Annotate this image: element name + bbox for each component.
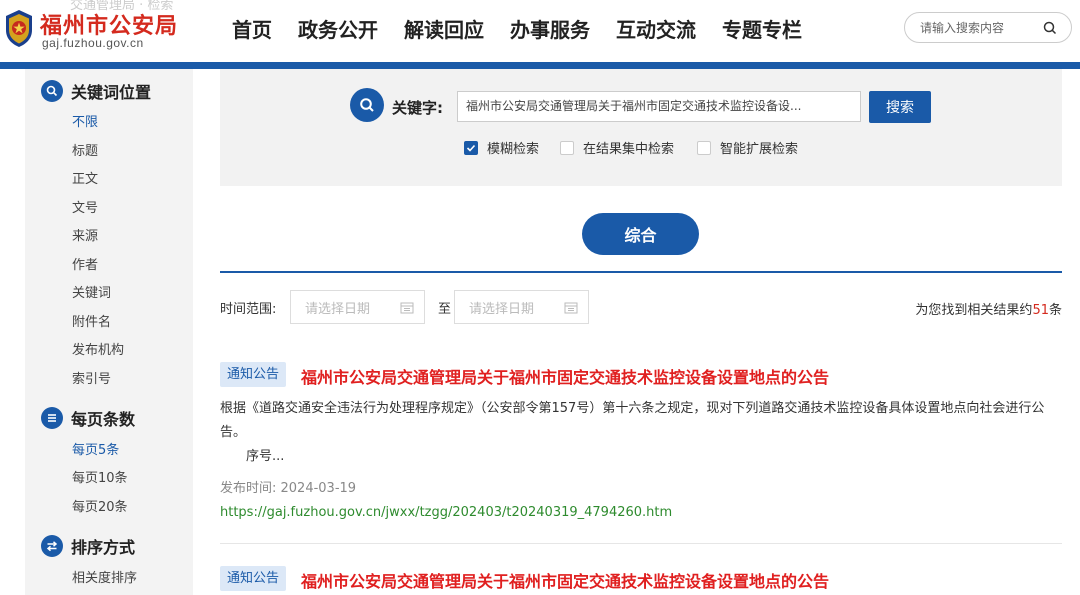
keyword-position-author[interactable]: 作者: [72, 254, 98, 273]
result-category-badge: 通知公告: [220, 566, 287, 591]
result-count-number: 51: [1032, 303, 1049, 318]
site-domain: gaj.fuzhou.gov.cn: [42, 36, 144, 50]
page-size-20[interactable]: 每页20条: [72, 496, 128, 515]
filter-sidebar: 关键词位置 不限 标题 正文 文号 来源 作者 关键词 附件名 发布机构 索引号…: [25, 69, 193, 595]
checkbox-icon[interactable]: [560, 140, 574, 155]
date-to-placeholder: 请选择日期: [469, 301, 535, 317]
time-range-label: 时间范围:: [220, 302, 277, 317]
keyword-position-publisher[interactable]: 发布机构: [72, 339, 124, 358]
result-summary-text: 根据《道路交通安全违法行为处理程序规定》（公安部令第157号）第十六条之规定，现…: [220, 401, 1045, 440]
keyword-position-attachment[interactable]: 附件名: [72, 311, 111, 330]
date-range-to-label: 至: [438, 302, 452, 317]
result-publish-date: 发布时间: 2024-03-19: [220, 481, 357, 496]
option-search-within-results[interactable]: 在结果集中检索: [560, 138, 674, 157]
result-count-prefix: 为您找到相关结果约: [915, 303, 1033, 318]
page-size-10[interactable]: 每页10条: [72, 467, 128, 486]
list-icon: [41, 407, 63, 429]
sort-header: 排序方式: [41, 534, 135, 558]
keyword-position-source[interactable]: 来源: [72, 225, 98, 244]
date-to-field[interactable]: 请选择日期: [454, 290, 589, 324]
search-icon: [41, 80, 63, 102]
calendar-icon: [400, 302, 414, 314]
keyword-position-keywords[interactable]: 关键词: [72, 282, 111, 301]
date-from-field[interactable]: 请选择日期: [290, 290, 425, 324]
nav-government-affairs[interactable]: 政务公开: [298, 14, 378, 43]
keyword-position-index-number[interactable]: 索引号: [72, 368, 111, 387]
result-separator: [220, 543, 1062, 544]
calendar-icon: [564, 302, 578, 314]
result-url-link[interactable]: https://gaj.fuzhou.gov.cn/jwxx/tzgg/2024…: [220, 505, 672, 520]
page-size-header: 每页条数: [41, 406, 135, 430]
keyword-position-title: 关键词位置: [71, 83, 152, 102]
checkbox-icon[interactable]: [697, 140, 711, 155]
nav-special-topics[interactable]: 专题专栏: [722, 14, 802, 43]
keyword-position-doc-number[interactable]: 文号: [72, 197, 98, 216]
top-search-box: [904, 12, 1072, 43]
keyword-position-title-option[interactable]: 标题: [72, 140, 98, 159]
nav-interaction[interactable]: 互动交流: [616, 14, 696, 43]
date-from-placeholder: 请选择日期: [305, 301, 371, 317]
result-summary-tail: 序号...: [246, 449, 285, 464]
keyword-position-header: 关键词位置: [41, 79, 151, 103]
result-count-suffix: 条: [1048, 303, 1062, 318]
result-title-link[interactable]: 福州市公安局交通管理局关于福州市固定交通技术监控设备设置地点的公告: [301, 364, 829, 388]
main-nav: 首页 政务公开 解读回应 办事服务 互动交流 专题专栏: [232, 14, 828, 43]
option-smart-expand[interactable]: 智能扩展检索: [697, 138, 798, 157]
keyword-position-all[interactable]: 不限: [72, 111, 98, 130]
sort-title: 排序方式: [71, 538, 136, 557]
police-emblem-icon: [6, 10, 32, 47]
result-summary: 根据《道路交通安全违法行为处理程序规定》（公安部令第157号）第十六条之规定，现…: [220, 397, 1064, 469]
result-category-badge: 通知公告: [220, 362, 287, 387]
nav-home[interactable]: 首页: [232, 14, 272, 43]
top-search-input[interactable]: [920, 20, 1038, 35]
result-count: 为您找到相关结果约51条: [915, 299, 1062, 318]
page-size-5[interactable]: 每页5条: [72, 439, 119, 458]
tab-all[interactable]: 综合: [582, 213, 699, 255]
option-fuzzy-search[interactable]: 模糊检索: [464, 138, 539, 157]
keyword-input[interactable]: 福州市公安局交通管理局关于福州市固定交通技术监控设备设...: [457, 91, 861, 122]
option-search-within-results-label: 在结果集中检索: [583, 142, 675, 157]
tab-divider: [220, 271, 1062, 273]
nav-interpretation[interactable]: 解读回应: [404, 14, 484, 43]
nav-services[interactable]: 办事服务: [510, 14, 590, 43]
option-fuzzy-search-label: 模糊检索: [487, 142, 540, 157]
checkbox-checked-icon[interactable]: [464, 140, 478, 155]
site-header: 交通管理局 · 检索 福州市公安局 gaj.fuzhou.gov.cn 首页 政…: [0, 0, 1080, 62]
sort-arrows-icon: [41, 535, 63, 557]
keyword-label: 关键字:: [392, 99, 443, 117]
advanced-search-panel: 关键字: 福州市公安局交通管理局关于福州市固定交通技术监控设备设... 搜索 模…: [220, 69, 1062, 186]
search-button[interactable]: 搜索: [869, 91, 931, 123]
keyword-position-body[interactable]: 正文: [72, 168, 98, 187]
search-icon[interactable]: [1043, 21, 1057, 35]
page-size-title: 每页条数: [71, 410, 136, 429]
header-divider-bar: [0, 62, 1080, 69]
search-icon: [350, 88, 384, 122]
sort-relevance[interactable]: 相关度排序: [72, 567, 137, 586]
option-smart-expand-label: 智能扩展检索: [720, 142, 799, 157]
result-title-link[interactable]: 福州市公安局交通管理局关于福州市固定交通技术监控设备设置地点的公告: [301, 568, 829, 592]
